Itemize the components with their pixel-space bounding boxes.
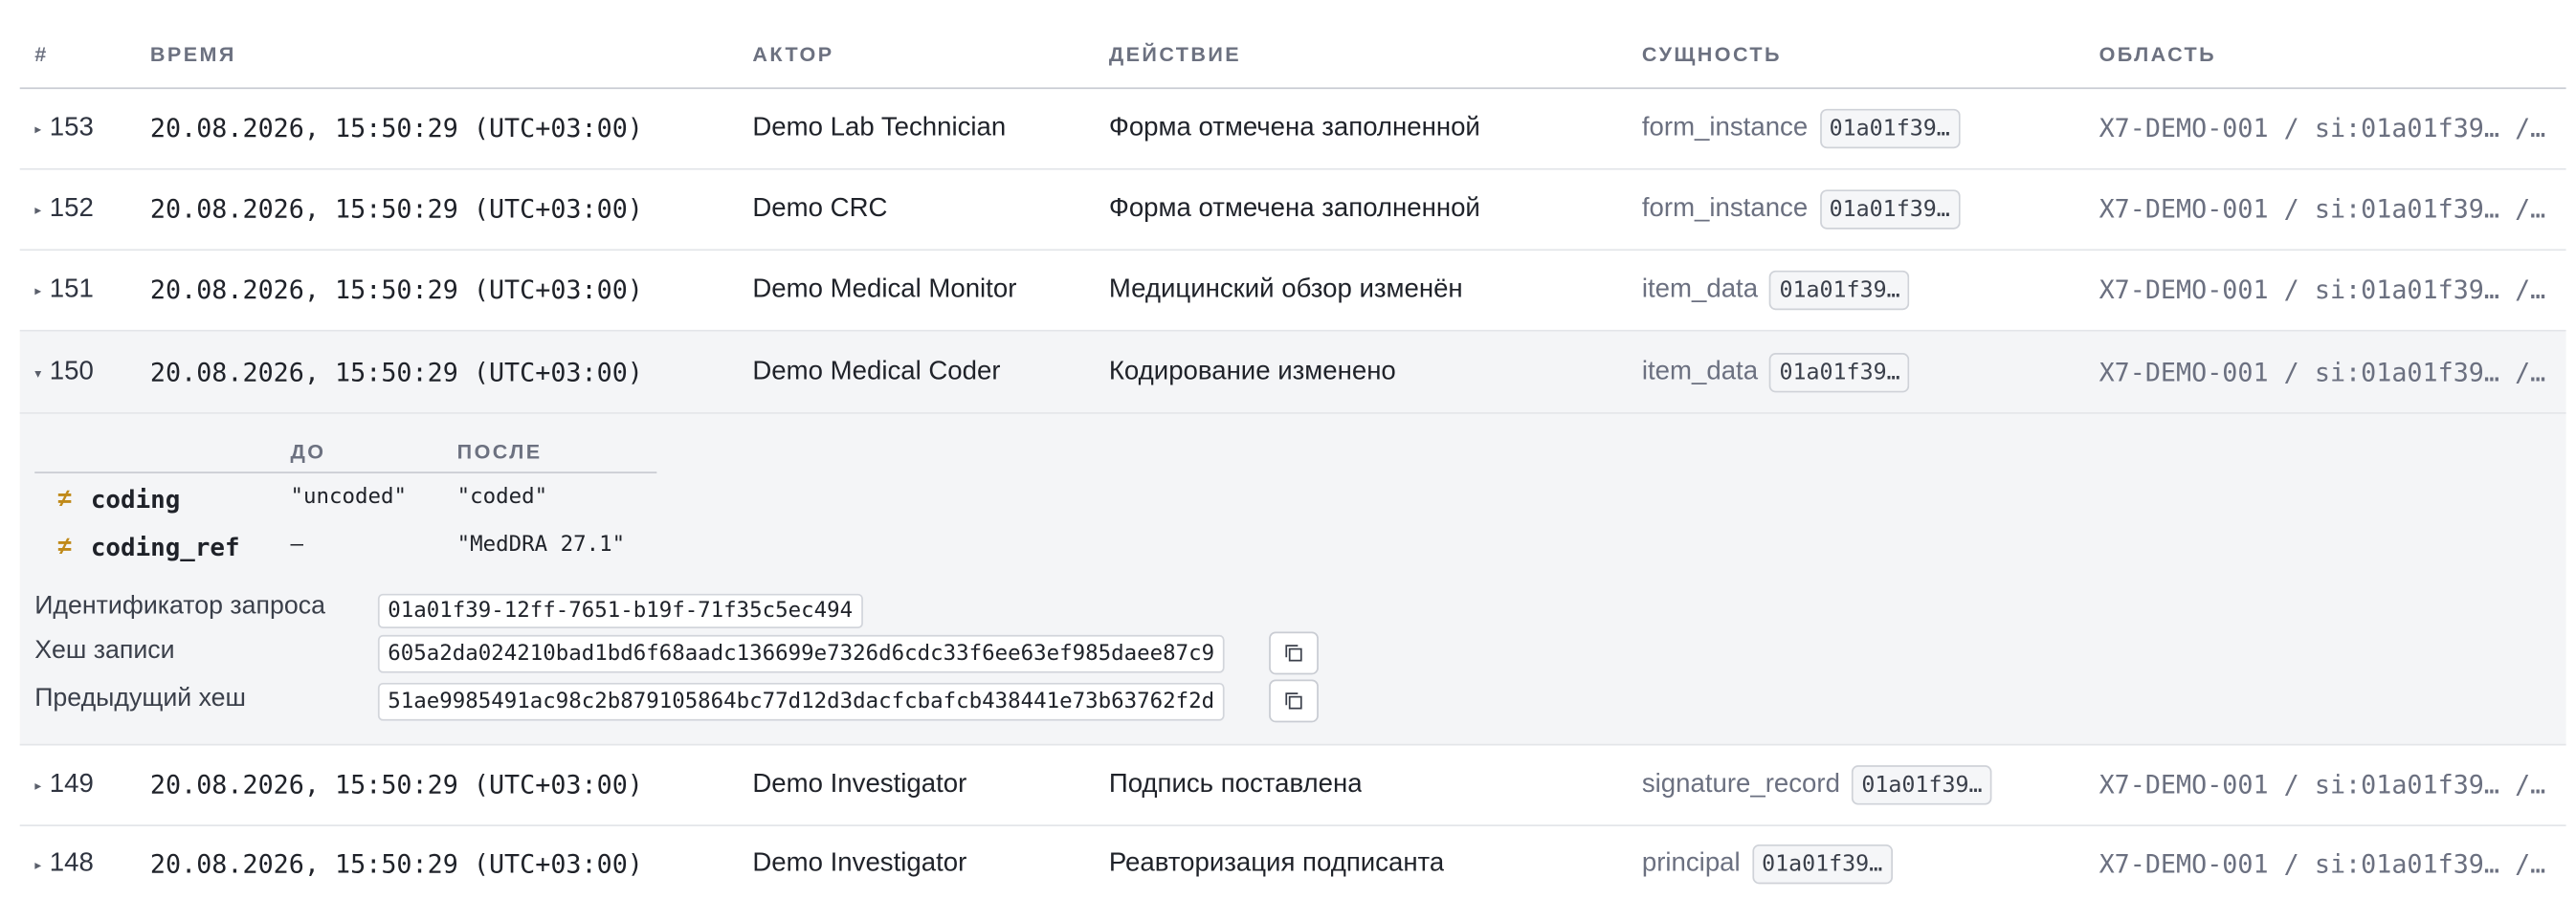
row-scope: X7-DEMO-001 / si:01a01f39… /… <box>2099 849 2546 880</box>
prev-hash-value: 51ae9985491ac98c2b879105864bc77d12d3dacf… <box>377 682 1225 721</box>
request-id-value: 01a01f39-12ff-7651-b19f-71f35c5ec494 <box>377 593 863 629</box>
diff-after-header: ПОСЛЕ <box>456 440 543 464</box>
record-hash-value: 605a2da024210bad1bd6f68aadc136699e7326d6… <box>377 634 1225 673</box>
row-scope: X7-DEMO-001 / si:01a01f39… /… <box>2099 357 2546 387</box>
row-actor: Demo CRC <box>752 194 888 223</box>
diff-field-name: coding_ref <box>90 533 240 563</box>
table-row[interactable]: ▸ 149 20.08.2026, 15:50:29 (UTC+03:00) D… <box>19 745 2566 826</box>
triangle-toggle-icon[interactable]: ▸ <box>34 858 41 873</box>
copy-icon <box>1285 692 1302 710</box>
request-id-label: Идентификатор запроса <box>34 592 325 621</box>
diff-before-header: ДО <box>290 440 326 464</box>
column-header-entity[interactable]: СУЩНОСТЬ <box>1642 20 1782 88</box>
entity-type: principal <box>1641 849 1741 878</box>
column-header-action[interactable]: ДЕЙСТВИЕ <box>1109 20 1241 88</box>
table-row[interactable]: ▸ 151 20.08.2026, 15:50:29 (UTC+03:00) D… <box>19 251 2566 332</box>
triangle-toggle-icon[interactable]: ▸ <box>34 778 41 794</box>
row-action: Подпись поставлена <box>1108 770 1363 799</box>
row-action: Медицинский обзор изменён <box>1108 274 1463 304</box>
table-header: # ВРЕМЯ АКТОР ДЕЙСТВИЕ СУЩНОСТЬ ОБЛАСТЬ <box>19 20 2566 90</box>
row-time: 20.08.2026, 15:50:29 (UTC+03:00) <box>149 113 643 144</box>
row-number-cell: ▸ 152 <box>34 170 94 250</box>
row-number: 153 <box>49 113 94 143</box>
record-hash-label: Хеш записи <box>34 636 175 665</box>
row-number-cell: ▸ 151 <box>34 251 94 330</box>
row-number-cell: ▾ 150 <box>34 332 94 413</box>
row-entity: signature_record 01a01f39… <box>1642 745 1992 824</box>
table-row[interactable]: ▸ 152 20.08.2026, 15:50:29 (UTC+03:00) D… <box>19 170 2566 252</box>
entity-id-chip[interactable]: 01a01f39… <box>1769 270 1910 311</box>
triangle-toggle-icon[interactable]: ▸ <box>34 122 41 138</box>
row-entity: item_data 01a01f39… <box>1642 251 1910 330</box>
row-action: Реавторизация подписанта <box>1108 849 1445 878</box>
row-time: 20.08.2026, 15:50:29 (UTC+03:00) <box>149 849 643 880</box>
diff-header-divider <box>34 471 657 473</box>
entity-id-chip[interactable]: 01a01f39… <box>1819 189 1961 230</box>
diff-before-value: — <box>290 533 304 558</box>
row-time: 20.08.2026, 15:50:29 (UTC+03:00) <box>149 770 643 800</box>
row-number-cell: ▸ 148 <box>34 826 94 899</box>
column-header-time[interactable]: ВРЕМЯ <box>150 20 236 88</box>
entity-id-chip[interactable]: 01a01f39… <box>1819 108 1961 149</box>
row-actor: Demo Investigator <box>752 770 967 799</box>
row-actor: Demo Medical Coder <box>752 357 1001 385</box>
table-row[interactable]: ▸ 153 20.08.2026, 15:50:29 (UTC+03:00) D… <box>19 89 2566 170</box>
column-header-actor[interactable]: АКТОР <box>752 20 833 88</box>
row-number: 148 <box>49 849 94 878</box>
row-time: 20.08.2026, 15:50:29 (UTC+03:00) <box>149 274 643 306</box>
row-scope: X7-DEMO-001 / si:01a01f39… /… <box>2099 770 2546 800</box>
column-header-scope[interactable]: ОБЛАСТЬ <box>2099 20 2216 88</box>
row-number-cell: ▸ 153 <box>34 89 94 168</box>
entity-type: item_data <box>1641 357 1759 385</box>
row-scope: X7-DEMO-001 / si:01a01f39… /… <box>2099 113 2546 144</box>
row-number: 149 <box>49 770 94 799</box>
triangle-toggle-icon[interactable]: ▾ <box>34 365 41 381</box>
row-action: Кодирование изменено <box>1108 357 1396 385</box>
row-actor: Demo Lab Technician <box>752 113 1007 143</box>
table-row[interactable]: ▸ 148 20.08.2026, 15:50:29 (UTC+03:00) D… <box>20 826 2566 899</box>
prev-hash-label: Предыдущий хеш <box>34 684 247 713</box>
copy-prev-hash-button[interactable] <box>1269 679 1319 723</box>
row-number-cell: ▸ 149 <box>34 745 94 824</box>
row-action: Форма отмечена заполненной <box>1108 113 1480 143</box>
copy-record-hash-button[interactable] <box>1269 631 1319 675</box>
entity-type: signature_record <box>1641 770 1840 799</box>
diff-before-value: "uncoded" <box>290 485 408 510</box>
row-entity: form_instance 01a01f39… <box>1641 89 1961 168</box>
audit-log-table: # ВРЕМЯ АКТОР ДЕЙСТВИЕ СУЩНОСТЬ ОБЛАСТЬ … <box>0 0 2576 899</box>
row-number: 152 <box>49 194 94 223</box>
diff-field-name: coding <box>90 485 181 515</box>
triangle-toggle-icon[interactable]: ▸ <box>34 203 41 218</box>
row-number: 151 <box>49 274 94 304</box>
entity-id-chip[interactable]: 01a01f39… <box>1751 844 1893 885</box>
changed-marker-icon: ≠ <box>57 485 72 514</box>
row-action: Форма отмечена заполненной <box>1108 194 1480 223</box>
entity-type: form_instance <box>1641 113 1809 143</box>
row-time: 20.08.2026, 15:50:29 (UTC+03:00) <box>149 194 643 225</box>
triangle-toggle-icon[interactable]: ▸ <box>34 284 41 299</box>
row-actor: Demo Medical Monitor <box>752 274 1017 304</box>
row-scope: X7-DEMO-001 / si:01a01f39… /… <box>2099 194 2546 225</box>
row-entity: form_instance 01a01f39… <box>1641 170 1961 250</box>
column-header-number[interactable]: # <box>34 20 48 88</box>
diff-after-value: "coded" <box>456 485 548 510</box>
diff-after-value: "MedDRA 27.1" <box>456 533 626 558</box>
entity-id-chip[interactable]: 01a01f39… <box>1852 765 1992 805</box>
row-actor: Demo Investigator <box>752 849 967 878</box>
row-detail-panel: ДО ПОСЛЕ ≠ coding "uncoded" "coded" ≠ co… <box>19 413 2566 746</box>
changed-marker-icon: ≠ <box>57 533 72 561</box>
entity-type: item_data <box>1641 274 1759 304</box>
table-row-expanded[interactable]: ▾ 150 20.08.2026, 15:50:29 (UTC+03:00) D… <box>19 331 2566 414</box>
entity-id-chip[interactable]: 01a01f39… <box>1769 352 1910 392</box>
row-entity: item_data 01a01f39… <box>1642 332 1910 413</box>
row-scope: X7-DEMO-001 / si:01a01f39… /… <box>2099 274 2546 306</box>
copy-icon <box>1285 645 1302 662</box>
row-time: 20.08.2026, 15:50:29 (UTC+03:00) <box>149 357 643 387</box>
row-number: 150 <box>49 357 94 385</box>
row-entity: principal 01a01f39… <box>1642 826 1893 899</box>
entity-type: form_instance <box>1641 194 1809 223</box>
